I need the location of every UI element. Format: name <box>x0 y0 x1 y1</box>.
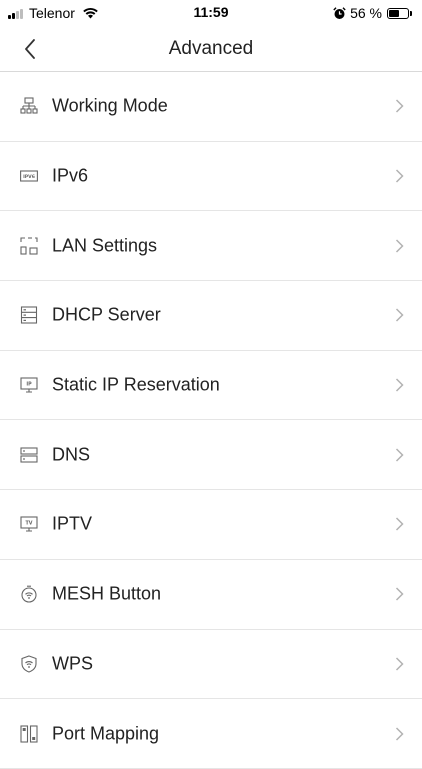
dns-server-icon <box>20 447 38 463</box>
tv-icon-text: TV <box>26 521 33 527</box>
ipv6-icon: IPV6 <box>20 170 38 182</box>
chevron-right-icon <box>395 99 404 113</box>
menu-item-label: WPS <box>52 653 94 674</box>
menu-item-working-mode[interactable]: Working Mode <box>0 72 422 142</box>
menu-item-label: IPv6 <box>52 165 89 186</box>
menu-item-dns[interactable]: DNS <box>0 420 422 491</box>
menu-item-label: LAN Settings <box>52 235 158 256</box>
menu-item-label: IPTV <box>52 513 93 534</box>
menu-item-label: Static IP Reservation <box>52 374 220 395</box>
chevron-right-icon <box>395 169 404 183</box>
server-icon <box>20 306 38 324</box>
network-topology-icon <box>20 97 38 114</box>
menu-item-label: Port Mapping <box>52 723 160 744</box>
menu-item-mesh-button[interactable]: MESH Button <box>0 560 422 630</box>
chevron-right-icon <box>395 448 404 462</box>
menu-item-port-mapping[interactable]: Port Mapping <box>0 699 422 769</box>
chevron-right-icon <box>395 657 404 671</box>
menu-item-label: MESH Button <box>52 583 162 604</box>
nav-header: Advanced <box>0 26 422 72</box>
chevron-right-icon <box>395 727 404 741</box>
battery-percentage: 56 % <box>350 5 382 21</box>
menu-item-wps[interactable]: WPS <box>0 630 422 700</box>
battery-icon <box>387 7 409 19</box>
battery-level <box>389 9 399 17</box>
menu-item-label: DHCP Server <box>52 304 161 325</box>
status-right: 56 % <box>333 4 412 22</box>
menu-item-ipv6[interactable]: IPV6 IPv6 <box>0 142 422 212</box>
menu-item-dhcp-server[interactable]: DHCP Server <box>0 281 422 351</box>
chevron-right-icon <box>395 587 404 601</box>
menu-item-iptv[interactable]: TV IPTV <box>0 490 422 560</box>
tv-icon: TV <box>20 516 38 533</box>
ipv6-icon-text: IPV6 <box>23 174 35 180</box>
ip-monitor-icon: IP <box>20 377 38 393</box>
port-mapping-icon <box>20 724 38 743</box>
ip-icon-text: IP <box>26 382 32 388</box>
chevron-right-icon <box>395 308 404 322</box>
status-bar: Telenor 11:59 56 % <box>0 0 422 26</box>
advanced-settings-list: Working Mode IPV6 IPv6 LAN Settings DHCP… <box>0 72 422 769</box>
chevron-right-icon <box>395 378 404 392</box>
mesh-button-icon <box>21 585 37 603</box>
wps-shield-icon <box>21 655 37 673</box>
menu-item-lan-settings[interactable]: LAN Settings <box>0 211 422 282</box>
chevron-right-icon <box>395 517 404 531</box>
menu-item-static-ip-reservation[interactable]: IP Static IP Reservation <box>0 351 422 421</box>
battery-tip <box>410 10 412 16</box>
chevron-right-icon <box>395 239 404 253</box>
lan-settings-icon <box>20 237 38 255</box>
menu-item-label: Working Mode <box>52 95 168 116</box>
menu-item-label: DNS <box>52 444 91 465</box>
alarm-clock-icon <box>333 6 346 19</box>
page-title: Advanced <box>168 38 254 59</box>
